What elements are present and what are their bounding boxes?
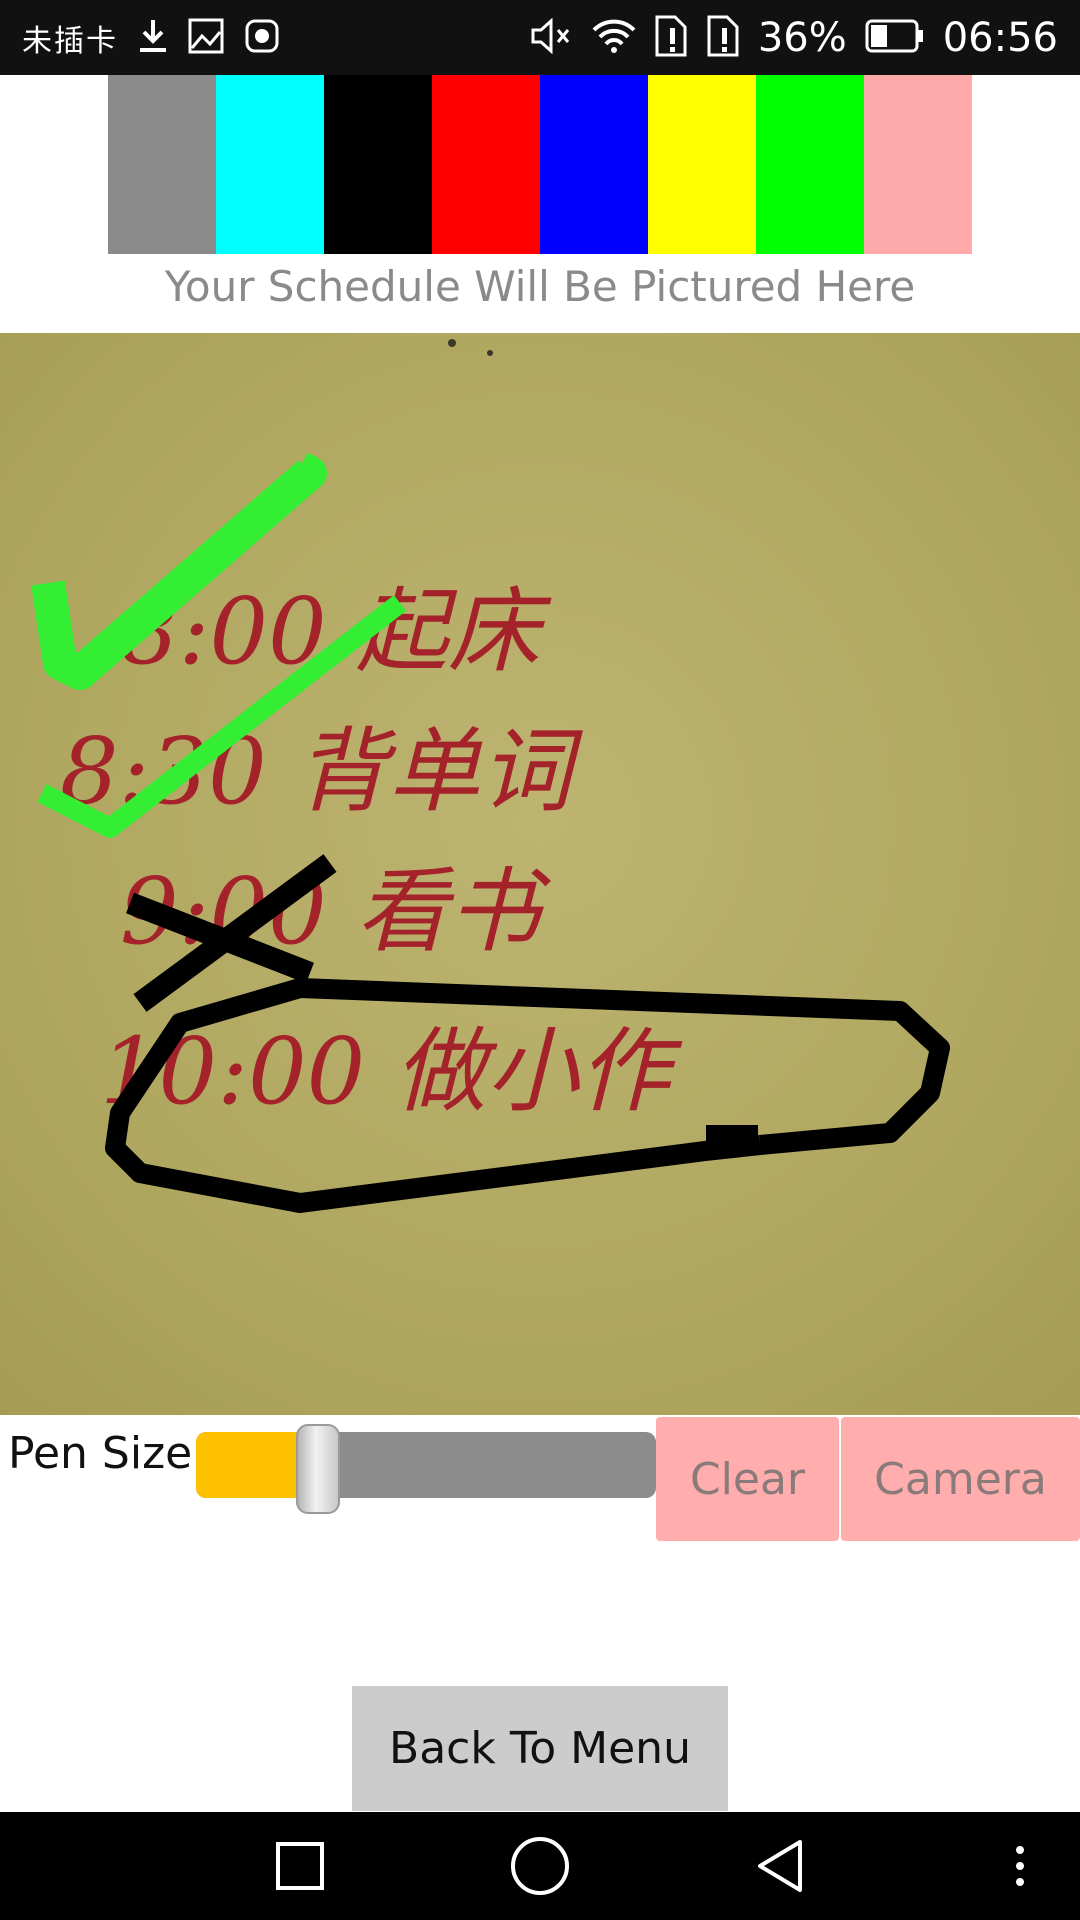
back-icon[interactable] (730, 1812, 830, 1920)
more-icon[interactable] (990, 1812, 1050, 1920)
color-palette (108, 75, 972, 254)
slider-thumb[interactable] (295, 1424, 340, 1514)
handwritten-line: 10:00 做小作 (100, 1018, 682, 1125)
status-bar: 未插卡 36% 06:56 (0, 0, 1080, 75)
drawing-canvas[interactable]: 8:00 起床 8:30 背单词 9:00 看书 10:00 做小作 (0, 333, 1080, 1415)
battery-icon (865, 19, 925, 57)
carrier-label: 未插卡 (22, 23, 118, 59)
color-swatch[interactable] (540, 75, 648, 254)
handwritten-line: 9:00 看书 (120, 858, 551, 965)
navigation-bar (0, 1812, 1080, 1920)
pen-size-label: Pen Size (8, 1428, 193, 1479)
color-swatch[interactable] (324, 75, 432, 254)
image-icon (188, 18, 224, 58)
color-swatch[interactable] (648, 75, 756, 254)
pen-size-slider[interactable] (196, 1424, 656, 1514)
color-swatch[interactable] (756, 75, 864, 254)
recents-icon[interactable] (250, 1812, 350, 1920)
huawei-icon (244, 18, 280, 58)
clear-button[interactable]: Clear (656, 1417, 839, 1541)
camera-button[interactable]: Camera (841, 1417, 1080, 1541)
home-icon[interactable] (490, 1812, 590, 1920)
back-to-menu-button[interactable]: Back To Menu (352, 1686, 728, 1811)
schedule-caption: Your Schedule Will Be Pictured Here (164, 262, 916, 311)
download-icon (138, 18, 168, 58)
color-swatch[interactable] (108, 75, 216, 254)
sim1-alert-icon (654, 14, 688, 62)
color-swatch[interactable] (216, 75, 324, 254)
color-swatch[interactable] (432, 75, 540, 254)
mute-icon (530, 17, 574, 58)
battery-percent: 36% (757, 14, 847, 61)
color-swatch[interactable] (864, 75, 972, 254)
sim2-alert-icon (706, 14, 740, 62)
clock: 06:56 (942, 14, 1058, 61)
wifi-icon (592, 18, 636, 58)
